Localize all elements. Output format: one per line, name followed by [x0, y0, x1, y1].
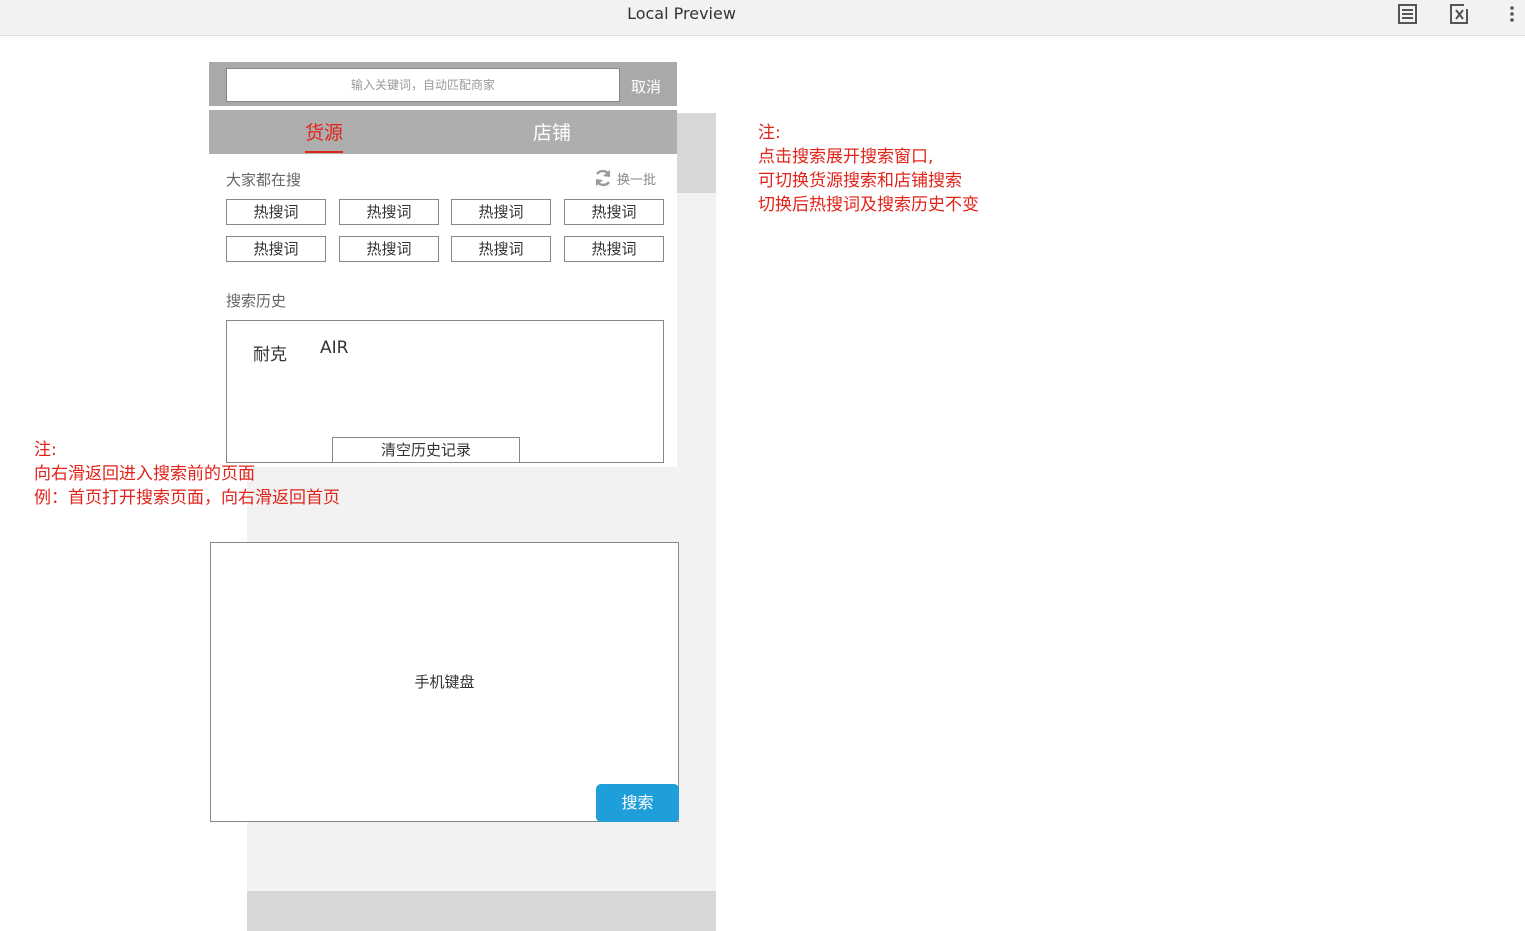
hot-search-chip[interactable]: 热搜词 — [226, 236, 326, 262]
search-window: 取消 货源 店铺 大家都在搜 换一批 热搜词 热搜词 热搜词 热搜词 热搜词 热… — [209, 62, 677, 467]
search-history-title: 搜索历史 — [226, 292, 287, 310]
search-tabs: 货源 店铺 — [209, 110, 677, 154]
phone-keyboard[interactable]: 手机键盘 搜索 — [210, 542, 679, 822]
close-variables-icon[interactable] — [1448, 2, 1472, 26]
preview-topbar: Local Preview — [0, 0, 1525, 36]
page-footer-background — [247, 891, 716, 931]
note-line: 注: — [758, 123, 781, 143]
more-vertical-icon[interactable] — [1500, 2, 1524, 26]
refresh-button[interactable]: 换一批 — [593, 166, 656, 190]
keyboard-search-button[interactable]: 搜索 — [596, 784, 679, 822]
refresh-icon — [595, 169, 611, 187]
keyboard-label: 手机键盘 — [414, 673, 475, 691]
note-left: 注: 向右滑返回进入搜索前的页面 例：首页打开搜索页面，向右滑返回首页 — [34, 438, 340, 510]
hot-search-chip[interactable]: 热搜词 — [451, 199, 551, 225]
document-icon[interactable] — [1396, 2, 1420, 26]
note-line: 向右滑返回进入搜索前的页面 — [34, 464, 255, 484]
history-item[interactable]: 耐克 — [253, 340, 287, 365]
hot-search-chip[interactable]: 热搜词 — [564, 199, 664, 225]
search-bar: 取消 — [209, 62, 677, 106]
note-right: 注: 点击搜索展开搜索窗口, 可切换货源搜索和店铺搜索 切换后热搜词及搜索历史不… — [758, 121, 979, 217]
hot-search-chip[interactable]: 热搜词 — [339, 236, 439, 262]
hot-search-title: 大家都在搜 — [226, 171, 302, 189]
note-line: 例：首页打开搜索页面，向右滑返回首页 — [34, 488, 340, 508]
search-input[interactable] — [226, 68, 620, 102]
tab-shop[interactable]: 店铺 — [527, 118, 577, 148]
hot-search-chip[interactable]: 热搜词 — [339, 199, 439, 225]
hot-search-chip[interactable]: 热搜词 — [451, 236, 551, 262]
note-line: 点击搜索展开搜索窗口, — [758, 147, 934, 167]
note-line: 切换后热搜词及搜索历史不变 — [758, 195, 979, 215]
cancel-button[interactable]: 取消 — [631, 76, 671, 98]
note-line: 注: — [34, 440, 57, 460]
note-line: 可切换货源搜索和店铺搜索 — [758, 171, 962, 191]
history-item[interactable]: AIR — [320, 338, 348, 358]
clear-history-button[interactable]: 清空历史记录 — [332, 437, 520, 463]
hot-search-chip[interactable]: 热搜词 — [226, 199, 326, 225]
refresh-label: 换一批 — [617, 172, 657, 188]
window-title: Local Preview — [627, 4, 736, 23]
hot-search-chip[interactable]: 热搜词 — [564, 236, 664, 262]
tab-goods[interactable]: 货源 — [302, 118, 346, 153]
